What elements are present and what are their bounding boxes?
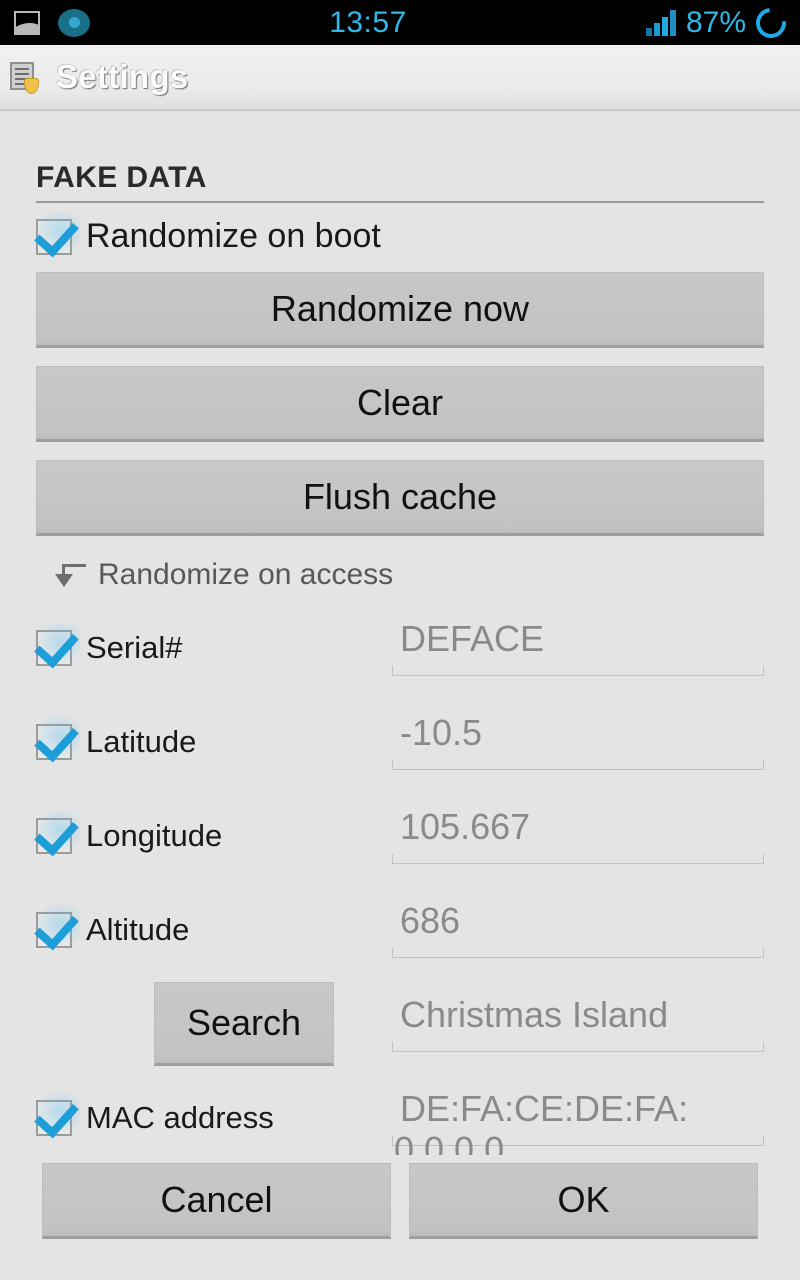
- field-row-altitude: Altitude 686: [32, 892, 764, 968]
- label-mac-address: MAC address: [86, 1100, 274, 1135]
- input-latitude[interactable]: -10.5: [392, 706, 764, 778]
- input-underline: [392, 948, 764, 958]
- field-row-search: Search Christmas Island: [36, 982, 764, 1066]
- ok-button[interactable]: OK: [409, 1163, 758, 1239]
- search-button[interactable]: Search: [154, 982, 334, 1066]
- randomize-on-access-label: Randomize on access: [98, 558, 394, 591]
- document-shield-icon: [8, 61, 39, 94]
- input-altitude-value: 686: [400, 900, 461, 941]
- status-bar-clock-area: 13:57: [90, 6, 646, 40]
- clear-button[interactable]: Clear: [36, 366, 764, 442]
- input-location-search[interactable]: Christmas Island: [392, 988, 764, 1060]
- section-header-fake-data: FAKE DATA: [36, 161, 764, 203]
- input-underline: [392, 760, 764, 770]
- title-bar: Settings: [0, 45, 800, 111]
- checkbox-randomize-on-boot[interactable]: [32, 210, 80, 255]
- checkbox-longitude[interactable]: [32, 810, 80, 854]
- checkbox-serial[interactable]: [32, 622, 80, 666]
- cancel-button[interactable]: Cancel: [42, 1163, 391, 1239]
- field-label-cell-serial: Serial#: [32, 622, 392, 666]
- disc-icon: [58, 8, 90, 37]
- label-latitude: Latitude: [86, 724, 197, 759]
- status-bar-system-icons: 87%: [645, 1, 793, 44]
- randomize-now-button[interactable]: Randomize now: [36, 272, 764, 348]
- input-mac-address-value: DE:FA:CE:DE:FA:: [400, 1088, 689, 1129]
- battery-circle-icon: [749, 1, 793, 44]
- input-serial[interactable]: DEFACE: [392, 612, 764, 684]
- flush-cache-button[interactable]: Flush cache: [36, 460, 764, 536]
- status-bar: 13:57 87%: [0, 0, 800, 45]
- checkbox-mac-address[interactable]: [32, 1092, 80, 1136]
- dialog-button-bar: Cancel OK: [0, 1155, 800, 1280]
- clipped-next-field-value: 0.0.0.0: [394, 1129, 505, 1155]
- input-underline: [392, 854, 764, 864]
- label-serial: Serial#: [86, 630, 183, 665]
- input-altitude[interactable]: 686: [392, 894, 764, 966]
- randomize-on-boot-label: Randomize on boot: [86, 217, 381, 255]
- signal-bars-icon: [645, 9, 676, 36]
- gallery-icon: [14, 10, 40, 35]
- checkbox-altitude[interactable]: [32, 904, 80, 948]
- input-longitude[interactable]: 105.667: [392, 800, 764, 872]
- input-longitude-value: 105.667: [400, 806, 531, 847]
- input-serial-value: DEFACE: [400, 618, 545, 659]
- branch-down-arrow-icon: [50, 560, 86, 590]
- input-latitude-value: -10.5: [400, 712, 483, 753]
- field-label-cell-altitude: Altitude: [32, 904, 392, 948]
- field-label-cell-longitude: Longitude: [32, 810, 392, 854]
- field-label-cell-mac-address: MAC address: [32, 1092, 392, 1136]
- field-row-latitude: Latitude -10.5: [32, 704, 764, 780]
- label-altitude: Altitude: [86, 912, 190, 947]
- input-location-search-value: Christmas Island: [400, 994, 669, 1035]
- status-bar-notifications: [14, 8, 90, 37]
- page-title: Settings: [56, 58, 189, 95]
- checkbox-latitude[interactable]: [32, 716, 80, 760]
- randomize-on-access-row: Randomize on access: [36, 558, 764, 592]
- clock: 13:57: [329, 5, 407, 39]
- android-settings-screen: 13:57 87% Settings FAKE DATA Randomize o…: [0, 0, 800, 1280]
- settings-content: FAKE DATA Randomize on boot Randomize no…: [0, 113, 800, 1155]
- search-button-cell: Search: [36, 982, 392, 1066]
- randomize-on-boot-row[interactable]: Randomize on boot: [32, 210, 764, 256]
- field-row-serial: Serial# DEFACE: [32, 610, 764, 686]
- battery-percent: 87%: [685, 5, 746, 39]
- field-label-cell-latitude: Latitude: [32, 716, 392, 760]
- field-row-longitude: Longitude 105.667: [32, 798, 764, 874]
- input-underline: [392, 666, 764, 676]
- input-underline: [392, 1042, 764, 1052]
- label-longitude: Longitude: [86, 818, 223, 853]
